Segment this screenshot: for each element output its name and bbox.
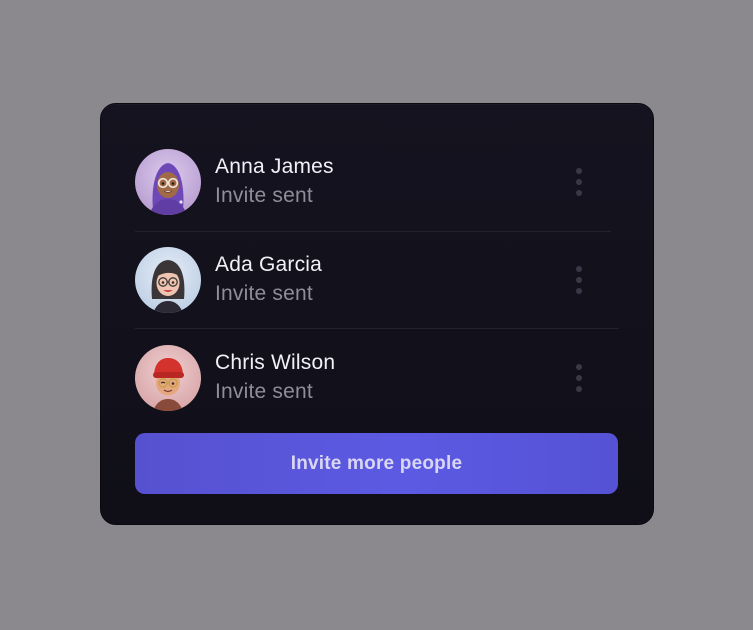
invitee-row: Anna James Invite sent xyxy=(135,149,619,215)
divider xyxy=(135,328,619,329)
invitee-row: Chris Wilson Invite sent xyxy=(135,345,619,411)
invite-status: Invite sent xyxy=(215,184,313,207)
divider xyxy=(135,231,611,232)
invitee-row: Ada Garcia Invite sent xyxy=(135,247,619,313)
invitee-name: Anna James xyxy=(215,155,334,178)
invitee-name: Ada Garcia xyxy=(215,253,323,276)
invite-status: Invite sent xyxy=(215,380,313,403)
kebab-vertical-icon[interactable] xyxy=(571,263,587,297)
invite-status: Invite sent xyxy=(215,282,313,305)
memoji-red-beanie-avatar xyxy=(135,345,201,411)
invitee-name: Chris Wilson xyxy=(215,351,336,374)
kebab-vertical-icon[interactable] xyxy=(571,165,587,199)
memoji-hijab-glasses-avatar xyxy=(135,149,201,215)
avatar xyxy=(135,247,201,313)
invites-card: Anna James Invite sent Ada Garcia Invite… xyxy=(100,103,654,525)
memoji-glasses-avatar xyxy=(135,247,201,313)
avatar xyxy=(135,149,201,215)
invite-more-people-button[interactable]: Invite more people xyxy=(135,433,618,494)
avatar xyxy=(135,345,201,411)
kebab-vertical-icon[interactable] xyxy=(571,361,587,395)
